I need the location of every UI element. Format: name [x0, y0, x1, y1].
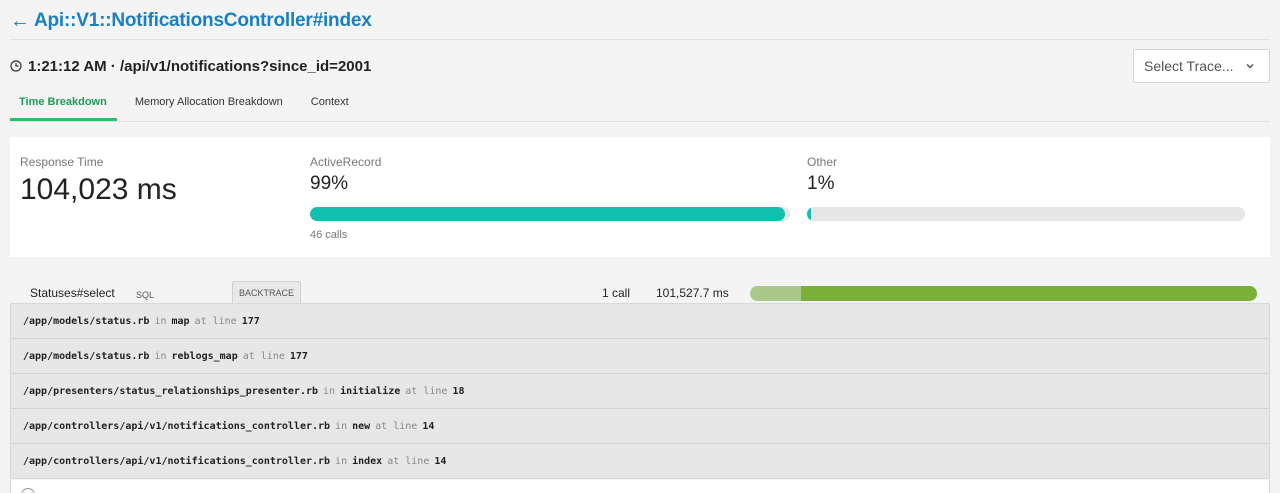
backtrace-row[interactable]: /app/models/status.rb in map at line 177	[11, 304, 1269, 339]
next-query-row	[10, 480, 1270, 493]
tabs-divider	[10, 121, 1270, 122]
response-time-value: 104,023 ms	[20, 173, 177, 206]
backtrace-line-number: 177	[289, 350, 308, 362]
activerecord-bar	[310, 207, 790, 221]
query-duration-bar-fill	[800, 286, 1257, 301]
backtrace-at-keyword: at line	[375, 420, 418, 432]
backtrace-row[interactable]: /app/controllers/api/v1/notifications_co…	[11, 444, 1269, 479]
other-bar	[807, 207, 1245, 221]
backtrace-method: reblogs_map	[171, 350, 238, 362]
backtrace-in-keyword: in	[154, 350, 167, 362]
backtrace-path: /app/presenters/status_relationships_pre…	[23, 385, 319, 397]
chevron-down-icon	[1246, 63, 1255, 69]
other-bar-fill	[807, 207, 812, 221]
backtrace-path: /app/models/status.rb	[23, 350, 150, 362]
backtrace-at-keyword: at line	[387, 456, 430, 467]
query-name: Statuses#select	[30, 286, 115, 300]
statuses-select-header[interactable]: Statuses#select SQL BACKTRACE 1 call 101…	[10, 281, 1270, 304]
tab-backtrace[interactable]: BACKTRACE	[232, 281, 301, 304]
activerecord-metric: ActiveRecord 99%	[310, 155, 381, 195]
header-divider	[10, 39, 1270, 40]
activerecord-bar-fill	[310, 207, 786, 221]
backtrace-row[interactable]: /app/controllers/api/v1/notifications_co…	[11, 409, 1269, 444]
backtrace-list: /app/models/status.rb in map at line 177…	[10, 303, 1270, 479]
trace-heading-row: 1:21:12 AM · /api/v1/notifications?since…	[10, 56, 371, 76]
activerecord-percent: 99%	[310, 173, 349, 194]
backtrace-line-number: 177	[241, 315, 260, 327]
tab-context[interactable]: Context	[302, 90, 359, 121]
tab-sql[interactable]: SQL	[136, 290, 154, 300]
backtrace-method: initialize	[340, 385, 401, 397]
page-title[interactable]: Api::V1::NotificationsController#index	[34, 10, 372, 32]
query-duration: 101,527.7 ms	[656, 286, 729, 300]
backtrace-line-number: 14	[434, 456, 447, 467]
activerecord-calls: 46 calls	[310, 229, 348, 241]
backtrace-at-keyword: at line	[242, 350, 285, 362]
backtrace-in-keyword: in	[154, 315, 167, 327]
page-header: ← Api::V1::NotificationsController#index	[10, 8, 372, 34]
back-arrow-icon[interactable]: ←	[10, 11, 30, 31]
backtrace-path: /app/controllers/api/v1/notifications_co…	[23, 420, 331, 432]
backtrace-row[interactable]: /app/models/status.rb in reblogs_map at …	[11, 339, 1269, 374]
clock-icon	[10, 60, 22, 72]
response-time-label: Response Time	[20, 155, 104, 169]
backtrace-at-keyword: at line	[405, 385, 448, 397]
tab-memory-allocation-breakdown[interactable]: Memory Allocation Breakdown	[126, 90, 293, 121]
trace-heading: 1:21:12 AM · /api/v1/notifications?since…	[28, 57, 372, 75]
backtrace-at-keyword: at line	[194, 315, 237, 327]
summary-panel: Response Time 104,023 ms ActiveRecord 99…	[10, 137, 1270, 257]
tab-time-breakdown[interactable]: Time Breakdown	[10, 90, 117, 121]
other-metric: Other 1%	[807, 155, 837, 195]
backtrace-in-keyword: in	[335, 420, 348, 432]
backtrace-line-number: 14	[422, 420, 435, 432]
backtrace-in-keyword: in	[335, 456, 348, 467]
backtrace-method: map	[171, 315, 190, 327]
backtrace-in-keyword: in	[323, 385, 336, 397]
breakdown-tabs: Time Breakdown Memory Allocation Breakdo…	[10, 90, 359, 122]
backtrace-path: /app/controllers/api/v1/notifications_co…	[23, 456, 331, 467]
other-percent: 1%	[807, 173, 835, 194]
backtrace-method: index	[352, 456, 383, 467]
backtrace-method: new	[352, 420, 371, 432]
other-label: Other	[807, 155, 838, 169]
activerecord-label: ActiveRecord	[310, 155, 382, 169]
expand-circle-icon[interactable]	[21, 488, 35, 493]
backtrace-path: /app/models/status.rb	[23, 315, 150, 327]
select-trace-label: Select Trace...	[1144, 58, 1234, 74]
query-call-count: 1 call	[602, 286, 631, 300]
response-time-metric: Response Time 104,023 ms	[20, 155, 177, 207]
query-duration-bar	[750, 286, 1257, 301]
backtrace-line-number: 18	[452, 385, 465, 397]
select-trace-dropdown[interactable]: Select Trace...	[1133, 49, 1270, 83]
backtrace-row[interactable]: /app/presenters/status_relationships_pre…	[11, 374, 1269, 409]
